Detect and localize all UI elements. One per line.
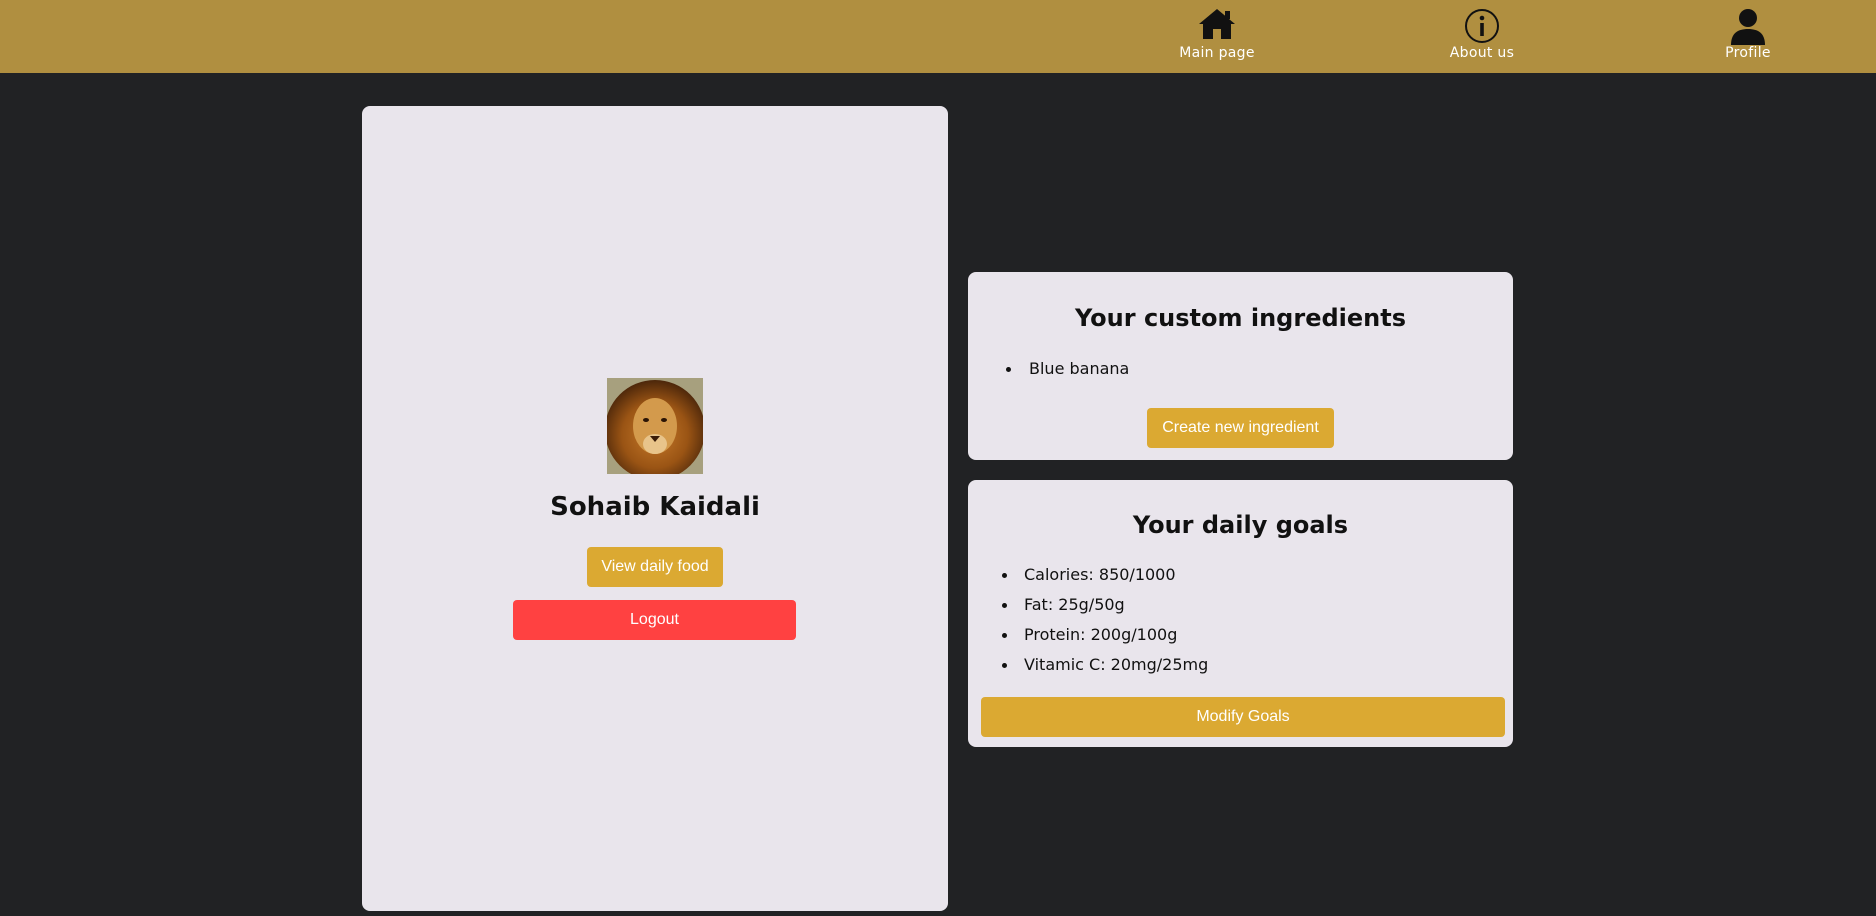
list-item: Vitamic C: 20mg/25mg xyxy=(1002,650,1208,680)
nav-profile-label: Profile xyxy=(1725,45,1771,61)
user-name: Sohaib Kaidali xyxy=(550,492,760,522)
logout-button[interactable]: Logout xyxy=(513,600,796,640)
nav-profile[interactable]: Profile xyxy=(1678,0,1818,73)
ingredient-list: Blue banana xyxy=(1006,354,1129,384)
nav-about-us-label: About us xyxy=(1449,45,1515,61)
custom-ingredients-title: Your custom ingredients xyxy=(1075,304,1406,332)
daily-goals-card: Your daily goals Calories: 850/1000 Fat:… xyxy=(968,480,1513,747)
list-item: Fat: 25g/50g xyxy=(1002,590,1208,620)
list-item: Blue banana xyxy=(1006,354,1129,384)
home-icon xyxy=(1197,8,1237,44)
list-item: Calories: 850/1000 xyxy=(1002,560,1208,590)
nav-main-page-label: Main page xyxy=(1179,45,1255,61)
top-navigation-bar: Main page About us Profile xyxy=(0,0,1876,73)
nav-main-page[interactable]: Main page xyxy=(1147,0,1287,73)
nav-about-us[interactable]: About us xyxy=(1412,0,1552,73)
modify-goals-button[interactable]: Modify Goals xyxy=(981,697,1505,737)
goals-list: Calories: 850/1000 Fat: 25g/50g Protein:… xyxy=(1002,560,1208,680)
avatar xyxy=(607,378,703,474)
info-icon xyxy=(1462,8,1502,44)
profile-card: Sohaib Kaidali View daily food Logout xyxy=(362,106,948,911)
create-ingredient-button[interactable]: Create new ingredient xyxy=(1147,408,1334,448)
custom-ingredients-card: Your custom ingredients Blue banana Crea… xyxy=(968,272,1513,460)
user-icon xyxy=(1728,8,1768,45)
view-daily-food-button[interactable]: View daily food xyxy=(587,547,723,587)
list-item: Protein: 200g/100g xyxy=(1002,620,1208,650)
daily-goals-title: Your daily goals xyxy=(1132,511,1349,539)
